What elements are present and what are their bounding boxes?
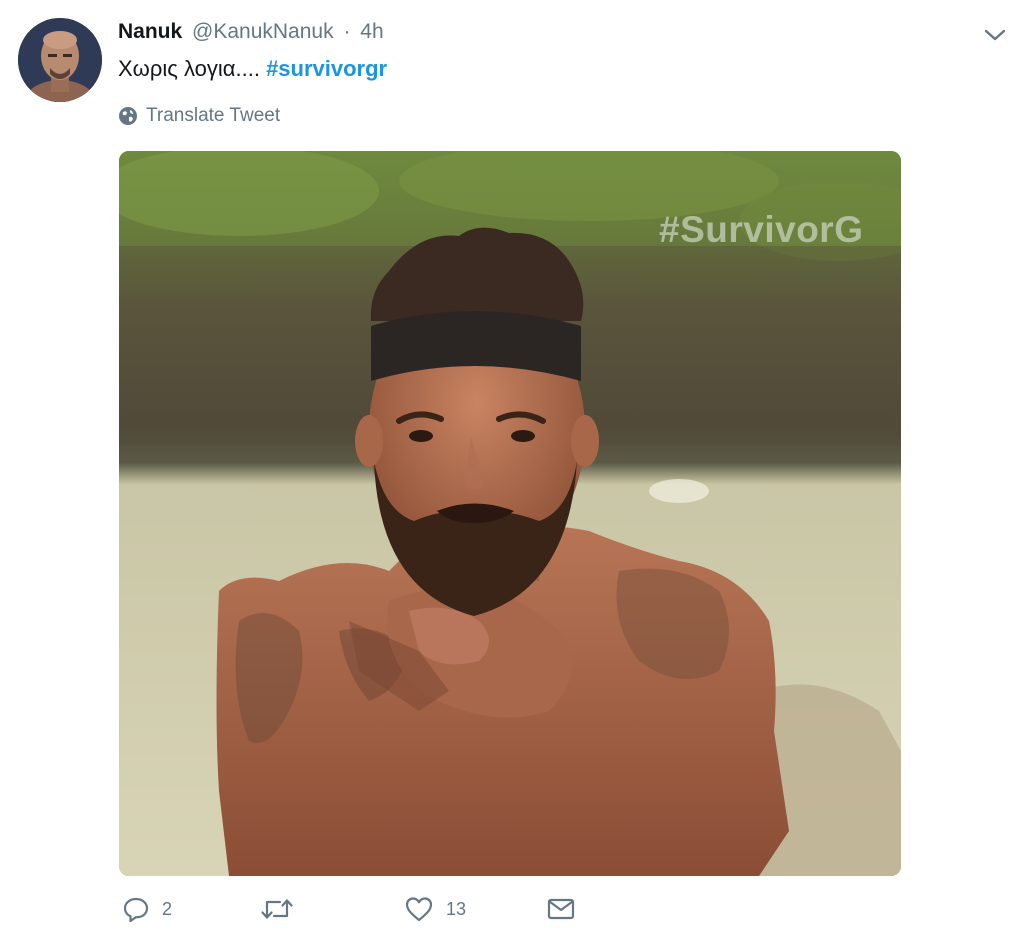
hashtag-link[interactable]: #survivorgr <box>266 56 387 81</box>
tweet-text: Χωρις λογια.... #survivorgr <box>118 54 387 84</box>
separator: · <box>343 20 351 43</box>
chevron-down-icon[interactable] <box>982 24 1008 46</box>
tweet-body: Χωρις λογια.... <box>118 56 260 81</box>
like-count: 13 <box>446 898 467 919</box>
translate-tweet-link[interactable]: Translate Tweet <box>118 103 280 129</box>
reply-icon <box>123 897 149 923</box>
timestamp[interactable]: 4h <box>360 20 383 43</box>
tweet-media-image[interactable]: #SurvivorG <box>119 151 901 876</box>
avatar[interactable] <box>18 18 102 102</box>
retweet-button[interactable] <box>260 895 306 923</box>
media-watermark: #SurvivorG <box>659 209 864 250</box>
author-handle[interactable]: @KanukNanuk <box>192 20 334 43</box>
tweet-card: Nanuk @KanukNanuk · 4h Χωρις λογια.... #… <box>0 0 1024 945</box>
globe-icon <box>119 107 137 125</box>
reply-count: 2 <box>162 898 173 919</box>
translate-label: Translate Tweet <box>146 105 281 126</box>
direct-message-button[interactable] <box>546 895 576 923</box>
tweet-actions: 2 13 <box>118 895 918 935</box>
like-button[interactable]: 13 <box>404 895 466 923</box>
heart-icon <box>405 897 433 922</box>
reply-button[interactable]: 2 <box>122 895 172 923</box>
retweet-icon <box>261 899 293 919</box>
author-name[interactable]: Nanuk <box>118 20 182 43</box>
tweet-header: Nanuk @KanukNanuk · 4h <box>118 18 384 46</box>
envelope-icon <box>547 898 575 920</box>
